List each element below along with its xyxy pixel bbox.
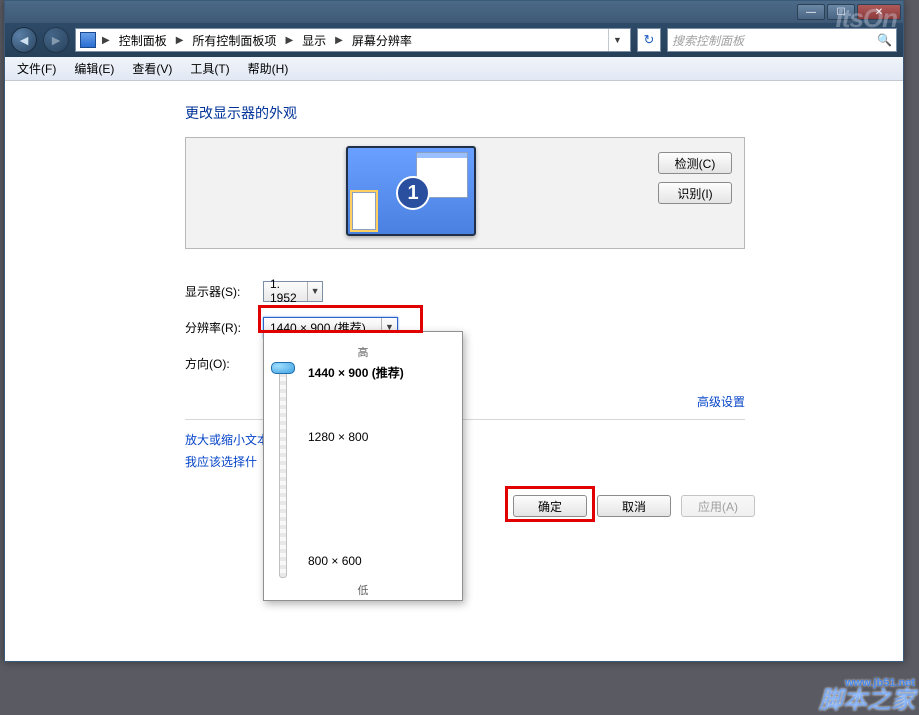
watermark-text: 脚本之家	[819, 687, 915, 714]
menu-tools[interactable]: 工具(T)	[186, 58, 233, 79]
control-panel-window: — ☐ ✕ ◄ ► ▶ 控制面板 ▶ 所有控制面板项 ▶ 显示 ▶ 屏幕分辨率 …	[4, 0, 904, 662]
resize-text-link[interactable]: 放大或缩小文本	[185, 429, 269, 451]
resolution-label: 分辨率(R):	[185, 319, 263, 336]
row-display: 显示器(S): 1. 1952 ▼	[185, 273, 903, 309]
chevron-right-icon: ▶	[283, 35, 295, 46]
menu-help[interactable]: 帮助(H)	[244, 58, 293, 79]
chevron-right-icon: ▶	[100, 35, 112, 46]
menu-bar: 文件(F) 编辑(E) 查看(V) 工具(T) 帮助(H)	[5, 57, 903, 81]
menu-view[interactable]: 查看(V)	[128, 58, 176, 79]
ok-button[interactable]: 确定	[513, 495, 587, 517]
crumb-all-items[interactable]: 所有控制面板项	[189, 30, 279, 51]
monitor-thumbnail[interactable]: 1	[346, 146, 476, 236]
search-input[interactable]: 搜索控制面板 🔍	[667, 28, 897, 52]
search-placeholder: 搜索控制面板	[672, 32, 744, 49]
crumb-control-panel[interactable]: 控制面板	[116, 30, 170, 51]
detect-button[interactable]: 检测(C)	[658, 152, 732, 174]
chevron-right-icon: ▶	[333, 35, 345, 46]
breadcrumb-bar[interactable]: ▶ 控制面板 ▶ 所有控制面板项 ▶ 显示 ▶ 屏幕分辨率 ▼	[75, 28, 631, 52]
resolution-option-1280[interactable]: 1280 × 800	[308, 430, 368, 444]
watermark-chevrons	[629, 655, 829, 715]
resolution-option-recommended[interactable]: 1440 × 900 (推荐)	[308, 364, 404, 381]
crumb-display[interactable]: 显示	[299, 30, 329, 51]
which-settings-link[interactable]: 我应该选择什	[185, 451, 269, 473]
address-dropdown-icon[interactable]: ▼	[608, 29, 626, 51]
slider-high-label: 高	[274, 344, 452, 360]
back-button[interactable]: ◄	[11, 27, 37, 53]
search-icon: 🔍	[877, 33, 892, 47]
chevron-right-icon: ▶	[174, 35, 186, 46]
resolution-options: 1440 × 900 (推荐) 1280 × 800 800 × 600	[308, 364, 452, 578]
help-links: 放大或缩小文本 我应该选择什	[185, 429, 269, 473]
monitor-number-badge: 1	[396, 176, 430, 210]
maximize-button[interactable]: ☐	[827, 4, 855, 20]
chevron-down-icon: ▼	[307, 282, 322, 301]
address-bar-row: ◄ ► ▶ 控制面板 ▶ 所有控制面板项 ▶ 显示 ▶ 屏幕分辨率 ▼ ↻ 搜索…	[5, 23, 903, 57]
watermark-url: www.jb51.net	[819, 678, 915, 689]
monitor-selection-graphic	[352, 192, 376, 230]
display-preview-panel: 1 检测(C) 识别(I)	[185, 137, 745, 249]
resolution-slider[interactable]	[274, 364, 292, 578]
menu-edit[interactable]: 编辑(E)	[70, 58, 118, 79]
orientation-label: 方向(O):	[185, 355, 263, 372]
advanced-settings-link[interactable]: 高级设置	[697, 393, 745, 410]
refresh-button[interactable]: ↻	[637, 28, 661, 52]
crumb-screen-resolution[interactable]: 屏幕分辨率	[349, 30, 415, 51]
close-button[interactable]: ✕	[857, 4, 901, 20]
resolution-dropdown-popup: 高 1440 × 900 (推荐) 1280 × 800 800 × 600 低	[263, 331, 463, 601]
slider-track	[279, 364, 287, 578]
display-combobox[interactable]: 1. 1952 ▼	[263, 281, 323, 302]
dialog-buttons: 确定 取消 应用(A)	[513, 495, 755, 517]
minimize-button[interactable]: —	[797, 4, 825, 20]
resolution-option-800[interactable]: 800 × 600	[308, 554, 362, 568]
display-label: 显示器(S):	[185, 283, 263, 300]
page-title: 更改显示器的外观	[185, 103, 903, 123]
control-panel-icon	[80, 32, 96, 48]
forward-button[interactable]: ►	[43, 27, 69, 53]
slider-thumb[interactable]	[271, 362, 295, 374]
slider-low-label: 低	[274, 582, 452, 598]
menu-file[interactable]: 文件(F)	[13, 58, 60, 79]
cancel-button[interactable]: 取消	[597, 495, 671, 517]
identify-button[interactable]: 识别(I)	[658, 182, 732, 204]
watermark: www.jb51.net 脚本之家	[819, 678, 915, 713]
titlebar: — ☐ ✕	[5, 1, 903, 23]
display-value: 1. 1952	[270, 277, 307, 305]
apply-button[interactable]: 应用(A)	[681, 495, 755, 517]
